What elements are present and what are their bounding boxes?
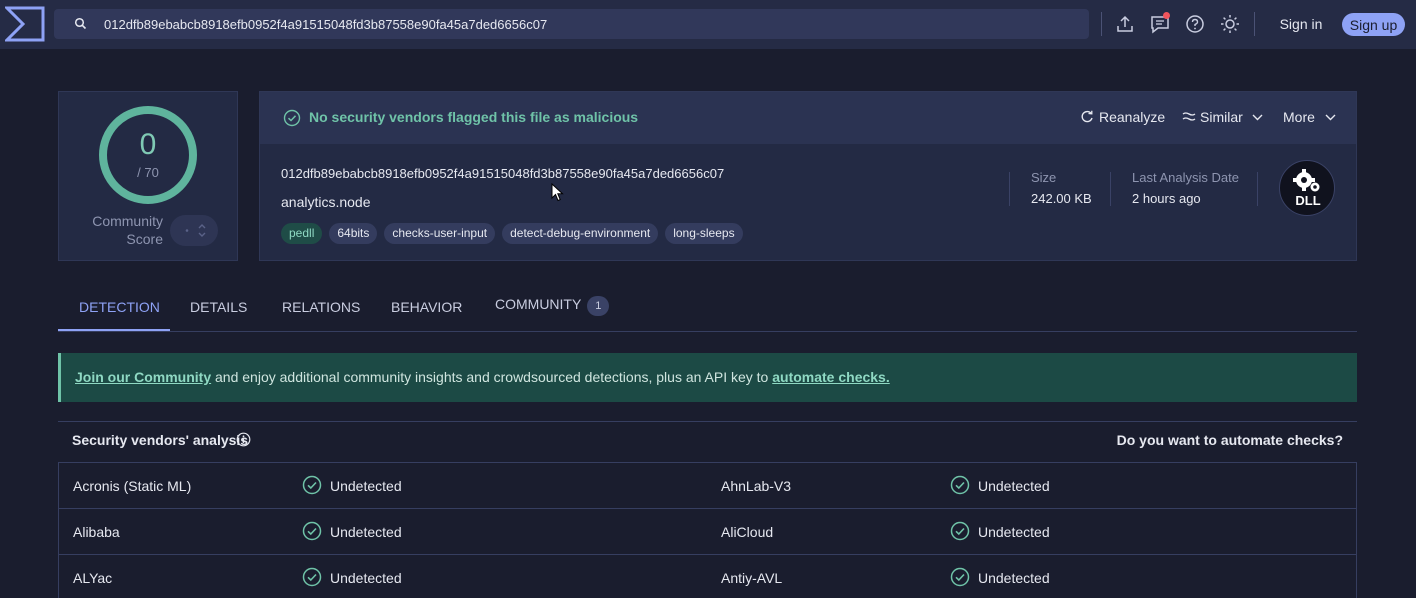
file-tags: pedll 64bits checks-user-input detect-de… [281,223,743,244]
top-bar: Sign in Sign up [0,0,1416,49]
vendor-name: Antiy-AVL [721,570,783,586]
vendor-name: AhnLab-V3 [721,478,792,494]
tab-detection[interactable]: DETECTION [79,299,160,315]
vendors-header: Security vendors' analysis Do you want t… [58,421,1357,462]
vendors-title: Security vendors' analysis [72,432,249,448]
vendor-name: Alibaba [73,524,120,540]
file-name: analytics.node [281,194,371,210]
vendor-status: Undetected [330,478,402,494]
tag[interactable]: 64bits [329,223,378,244]
vendor-status: Undetected [330,570,402,586]
community-vote-control[interactable] [170,215,218,246]
community-count-badge: 1 [587,296,610,316]
sign-in-button[interactable]: Sign in [1270,12,1332,36]
divider [1257,172,1258,206]
vendor-name: ALYac [73,570,113,586]
vendor-status: Undetected [978,570,1050,586]
table-row: Acronis (Static ML) Undetected AhnLab-V3… [59,463,1356,509]
search-bar[interactable] [54,9,1089,39]
reanalyze-button[interactable]: Reanalyze [1080,109,1165,125]
check-circle-icon [302,567,322,587]
size-label: Size [1031,170,1057,185]
file-type-badge: DLL [1279,160,1335,216]
vote-arrows-icon [185,224,206,237]
refresh-icon [1081,110,1093,123]
more-label: More [1283,109,1315,125]
info-icon[interactable] [236,432,251,447]
tag[interactable]: detect-debug-environment [502,223,659,244]
tag[interactable]: pedll [281,223,323,244]
upload-icon[interactable] [1115,14,1135,34]
join-community-link[interactable]: Join our Community [75,369,211,385]
tab-relations[interactable]: RELATIONS [282,299,360,315]
last-analysis-value: 2 hours ago [1132,191,1201,206]
detection-count: 0 [139,128,157,161]
help-icon[interactable] [1185,14,1205,34]
more-button[interactable]: More [1283,109,1336,125]
similar-icon [1182,112,1196,121]
vendors-table: Acronis (Static ML) Undetected AhnLab-V3… [58,462,1357,598]
gear-icon: DLL [1293,169,1321,208]
last-analysis-label: Last Analysis Date [1132,170,1239,185]
search-input[interactable] [104,9,1064,39]
community-banner: Join our Community and enjoy additional … [58,353,1357,402]
chevron-down-icon [1252,114,1263,121]
tab-behavior[interactable]: BEHAVIOR [391,299,462,315]
file-type-label: DLL [1295,193,1320,208]
community-score-label: Community Score [92,213,163,247]
file-summary-card: No security vendors flagged this file as… [259,91,1357,261]
engine-total: / 70 [137,165,159,180]
divider [1254,12,1255,36]
vendor-status: Undetected [978,524,1050,540]
tab-community[interactable]: COMMUNITY 1 [495,296,610,316]
reanalyze-label: Reanalyze [1099,109,1166,125]
report-tabs: DETECTION DETAILS RELATIONS BEHAVIOR COM… [58,289,1357,332]
verdict-text: No security vendors flagged this file as… [309,109,639,125]
file-hash[interactable]: 012dfb89ebabcb8918efb0952f4a91515048fd3b… [281,166,724,181]
logo-icon[interactable] [5,6,45,42]
vendor-name: AliCloud [721,524,774,540]
similar-label: Similar [1200,109,1243,125]
banner-middle-text: and enjoy additional community insights … [211,369,773,385]
automate-checks-prompt[interactable]: Do you want to automate checks? [1117,432,1343,448]
mouse-cursor-icon [551,183,564,202]
divider [1110,172,1111,206]
search-icon [74,17,87,30]
check-circle-icon [302,475,322,495]
divider [1009,172,1010,206]
check-circle-icon [302,521,322,541]
check-circle-icon [283,109,301,127]
tab-community-label: COMMUNITY [495,296,582,312]
vendor-status: Undetected [330,524,402,540]
divider [1101,12,1102,36]
chevron-down-icon [1325,114,1336,121]
sign-up-button[interactable]: Sign up [1342,13,1405,36]
tag[interactable]: long-sleeps [665,223,743,244]
check-circle-icon [950,567,970,587]
theme-icon[interactable] [1220,14,1240,34]
notification-dot [1163,12,1170,19]
tab-details[interactable]: DETAILS [190,299,247,315]
banner-text: Join our Community and enjoy additional … [75,369,890,385]
similar-button[interactable]: Similar [1182,109,1263,125]
tag[interactable]: checks-user-input [384,223,496,244]
vendor-name: Acronis (Static ML) [73,478,192,494]
table-row: ALYac Undetected Antiy-AVL Undetected [59,555,1356,598]
check-circle-icon [950,475,970,495]
size-value: 242.00 KB [1031,191,1092,206]
verdict-header: No security vendors flagged this file as… [260,92,1356,144]
table-row: Alibaba Undetected AliCloud Undetected [59,509,1356,555]
detection-score-card: 0 / 70 Community Score [58,91,238,261]
active-tab-indicator [58,329,170,331]
check-circle-icon [950,521,970,541]
vendor-status: Undetected [978,478,1050,494]
automate-checks-link[interactable]: automate checks. [772,369,890,385]
